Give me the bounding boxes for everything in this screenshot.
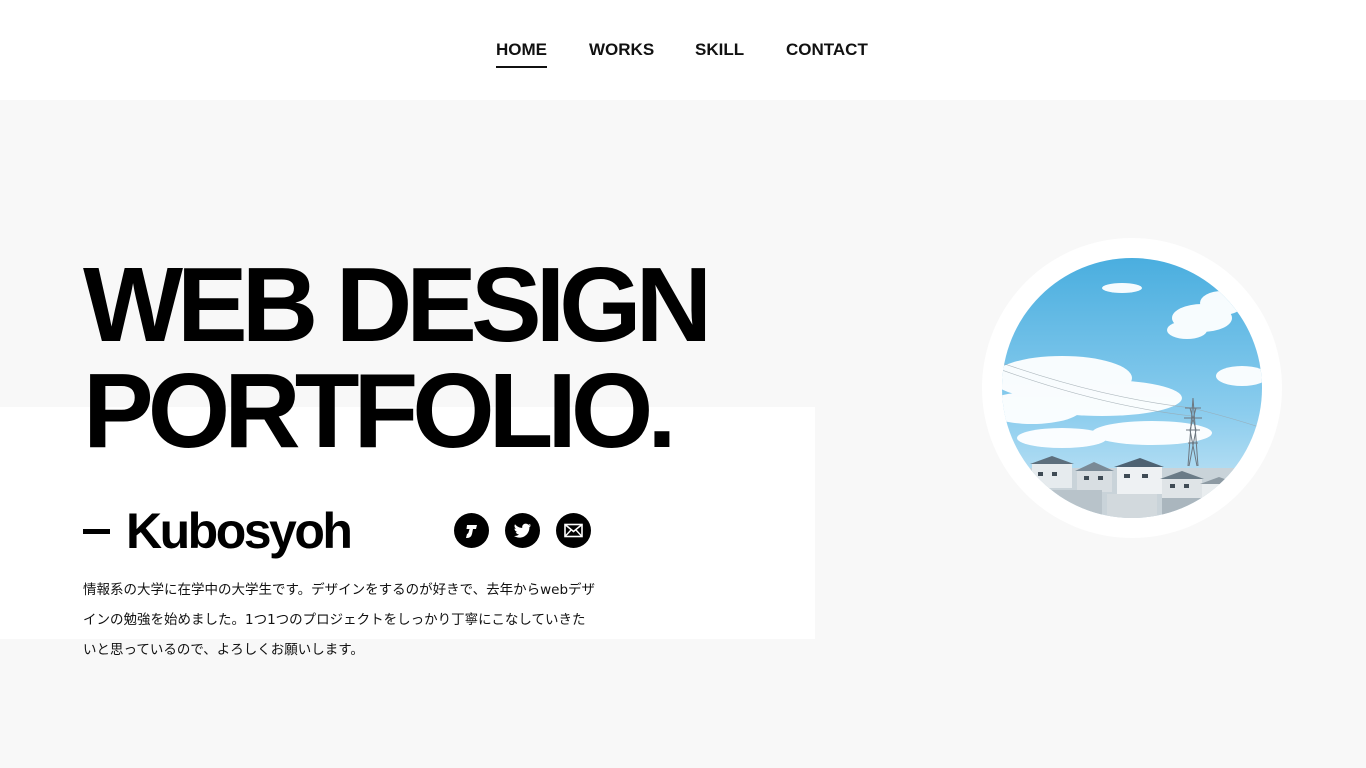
name-dash	[83, 529, 110, 534]
profile-photo-frame	[982, 238, 1282, 538]
j-brand-icon[interactable]	[454, 513, 489, 548]
nav-skill[interactable]: SKILL	[695, 40, 744, 60]
mail-icon[interactable]	[556, 513, 591, 548]
author-name: Kubosyoh	[126, 503, 353, 559]
site-header: HOME WORKS SKILL CONTACT	[0, 0, 1366, 100]
nav-contact[interactable]: CONTACT	[786, 40, 868, 60]
hero-title: WEB DESIGN PORTFOLIO.	[83, 252, 783, 464]
intro-description: 情報系の大学に在学中の大学生です。デザインをするのが好きで、去年からwebデザ …	[83, 575, 603, 665]
intro-line-2: インの勉強を始めました。1つ1つのプロジェクトをしっかり丁寧にこなしていきた	[83, 612, 586, 628]
nav-works[interactable]: WORKS	[589, 40, 654, 60]
profile-photo	[1002, 258, 1262, 518]
author-row: Kubosyoh	[83, 505, 603, 557]
hero-title-line-2: PORTFOLIO.	[83, 352, 677, 470]
intro-line-3: いと思っているので、よろしくお願いします。	[83, 642, 364, 658]
intro-line-1: 情報系の大学に在学中の大学生です。デザインをするのが好きで、去年からwebデザ	[83, 582, 596, 598]
hero-title-line-1: WEB DESIGN	[83, 246, 712, 364]
nav-home[interactable]: HOME	[496, 40, 547, 68]
twitter-bird-icon[interactable]	[505, 513, 540, 548]
main-nav: HOME WORKS SKILL CONTACT	[0, 40, 1366, 70]
